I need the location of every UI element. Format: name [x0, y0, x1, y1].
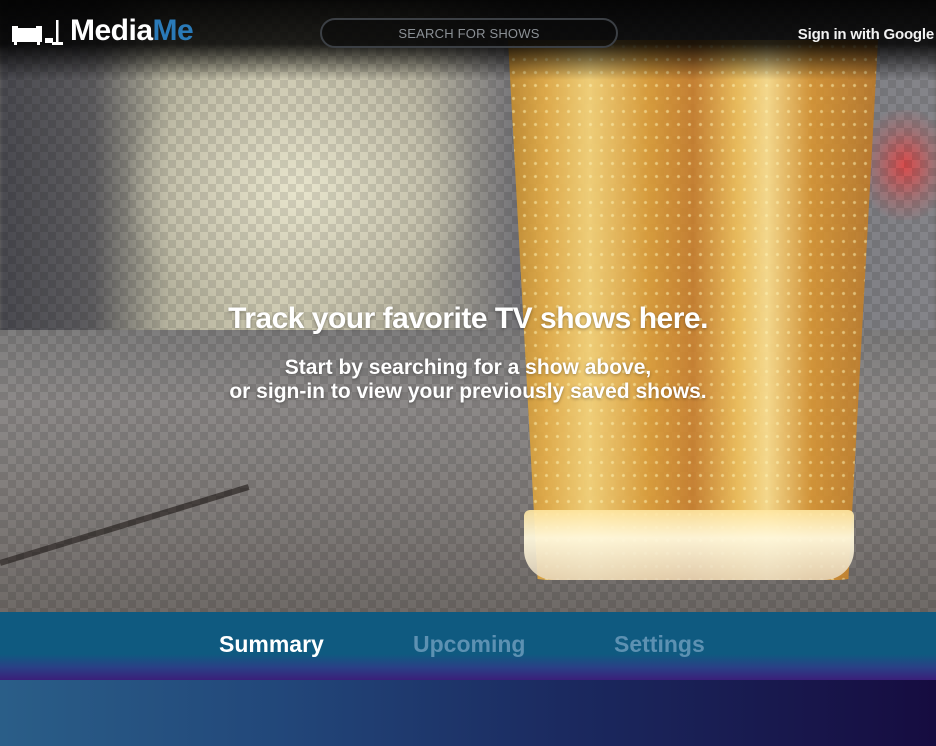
couch-and-lamp-icon	[12, 20, 63, 45]
hero-subline-2: or sign-in to view your previously saved…	[229, 380, 707, 403]
app-name-part-2: Me	[152, 14, 194, 47]
tab-bar: Summary Upcoming Settings	[0, 612, 936, 680]
logo[interactable]: MediaMe	[12, 14, 194, 48]
top-bar: MediaMe Sign in with Google	[0, 0, 936, 80]
google-signin-link[interactable]: Sign in with Google	[798, 26, 934, 43]
tab-summary[interactable]: Summary	[219, 631, 324, 658]
hero-headline: Track your favorite TV shows here.	[228, 302, 708, 335]
content-area	[0, 680, 936, 746]
hero-subline-1: Start by searching for a show above,	[284, 356, 652, 379]
tab-upcoming[interactable]: Upcoming	[413, 631, 525, 658]
beer-glass-base	[524, 510, 854, 580]
app-name-part-1: Media	[70, 14, 153, 47]
tab-settings[interactable]: Settings	[614, 631, 705, 658]
search-input[interactable]	[320, 18, 618, 48]
app-name: MediaMe	[70, 14, 194, 47]
